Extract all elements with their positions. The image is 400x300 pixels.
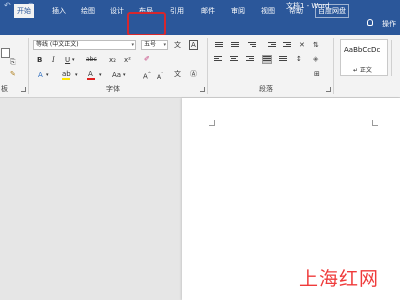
- shrink-font-button[interactable]: Aˇ: [157, 71, 163, 82]
- undo-icon[interactable]: ↶: [4, 1, 11, 10]
- italic-button[interactable]: I: [52, 56, 55, 64]
- multilevel-list-icon[interactable]: [248, 42, 256, 49]
- clipboard-group-label: 板: [1, 85, 8, 93]
- copy-icon[interactable]: ⎘: [10, 58, 16, 66]
- superscript-button[interactable]: x²: [124, 56, 131, 64]
- chinese-layout-icon[interactable]: ✕: [299, 41, 305, 49]
- tab-insert[interactable]: 插入: [52, 6, 66, 16]
- tab-design[interactable]: 设计: [110, 6, 124, 16]
- justify-icon[interactable]: [262, 55, 272, 64]
- font-size-value: 五号: [144, 41, 157, 48]
- highlighter-icon[interactable]: ab: [62, 70, 71, 78]
- tab-baidu-netdisk[interactable]: 百度网盘: [315, 4, 349, 18]
- chevron-down-icon[interactable]: ▾: [99, 71, 102, 79]
- character-border-icon[interactable]: A: [189, 40, 198, 50]
- clear-formatting-icon[interactable]: ✐: [144, 55, 150, 63]
- align-center-icon[interactable]: [230, 56, 238, 63]
- distributed-icon[interactable]: [279, 56, 287, 63]
- font-group-label: 字体: [106, 85, 120, 93]
- page-corner-mark: [209, 120, 215, 126]
- clipboard-launcher-icon[interactable]: [21, 87, 26, 92]
- chevron-down-icon: ▾: [131, 42, 134, 48]
- font-size-combo[interactable]: 五号 ▾: [141, 40, 168, 50]
- format-painter-icon[interactable]: ✎: [10, 70, 16, 78]
- font-color-icon[interactable]: A: [88, 70, 93, 78]
- change-case-button[interactable]: Aa: [112, 71, 121, 79]
- group-separator: [28, 38, 29, 94]
- increase-indent-icon[interactable]: [283, 42, 291, 49]
- font-name-combo[interactable]: 等线 (中文正文) ▾: [33, 40, 136, 50]
- style-normal[interactable]: AaBbCcDc ↵ 正文: [340, 39, 388, 76]
- highlight-color-bar: [62, 78, 70, 80]
- chevron-down-icon[interactable]: ▾: [46, 71, 49, 79]
- grow-font-button[interactable]: A^: [143, 70, 151, 80]
- tab-references[interactable]: 引用: [170, 6, 184, 16]
- align-left-icon[interactable]: [214, 56, 222, 63]
- paragraph-group-label: 段落: [259, 85, 273, 93]
- phonetic-guide-icon[interactable]: 文: [174, 41, 181, 49]
- tab-view[interactable]: 视图: [261, 6, 275, 16]
- font-color-bar: [87, 78, 95, 80]
- tab-mailings[interactable]: 邮件: [201, 6, 215, 16]
- chevron-down-icon[interactable]: ▾: [72, 56, 75, 64]
- decrease-indent-icon[interactable]: [268, 42, 276, 49]
- underline-button[interactable]: U: [65, 56, 70, 64]
- chevron-down-icon: ▾: [163, 42, 166, 48]
- tell-me-label[interactable]: 操作: [382, 19, 396, 29]
- enclose-characters-icon[interactable]: Ⓐ: [190, 70, 197, 78]
- align-right-icon[interactable]: [246, 56, 254, 63]
- lightbulb-icon[interactable]: [367, 19, 373, 26]
- sort-icon[interactable]: ⇅: [313, 41, 319, 49]
- group-separator: [207, 38, 208, 94]
- font-launcher-icon[interactable]: [200, 87, 205, 92]
- tab-draw[interactable]: 绘图: [81, 6, 95, 16]
- styles-gallery-scroll[interactable]: [391, 40, 400, 76]
- clipboard-icon: [1, 48, 10, 58]
- line-spacing-icon[interactable]: ↕: [296, 55, 302, 63]
- tab-help[interactable]: 帮助: [289, 6, 303, 16]
- text-effects-icon[interactable]: A: [38, 71, 43, 79]
- phonetic-icon[interactable]: 文: [174, 70, 181, 78]
- strikethrough-button[interactable]: abc: [86, 56, 97, 64]
- tab-review[interactable]: 审阅: [231, 6, 245, 16]
- chevron-down-icon[interactable]: ▾: [75, 71, 78, 79]
- paragraph-launcher-icon[interactable]: [326, 87, 331, 92]
- shading-icon[interactable]: ◈: [313, 55, 318, 63]
- font-name-value: 等线 (中文正文): [36, 41, 79, 48]
- bold-button[interactable]: B: [37, 56, 42, 64]
- bullets-icon[interactable]: [215, 42, 223, 49]
- numbering-icon[interactable]: [231, 42, 239, 49]
- tab-home[interactable]: 开始: [14, 4, 34, 18]
- borders-icon[interactable]: ⊞: [314, 70, 320, 78]
- watermark: 上海红网: [299, 268, 380, 290]
- chevron-down-icon[interactable]: ▾: [123, 71, 126, 79]
- highlight-box: [127, 12, 166, 36]
- group-separator: [333, 38, 334, 94]
- style-name-label: ↵ 正文: [353, 67, 372, 74]
- subscript-button[interactable]: x₂: [109, 56, 116, 64]
- page-corner-mark: [372, 120, 378, 126]
- style-sample-text: AaBbCcDc: [344, 46, 381, 54]
